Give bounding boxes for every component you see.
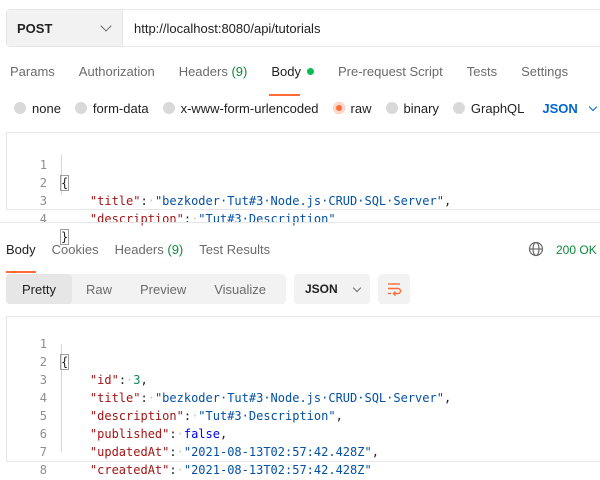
tab-label: Settings bbox=[521, 64, 569, 79]
code-line: 3 "title":·"bezkoder·Tut#3·Node.js·CRUD·… bbox=[7, 353, 600, 405]
code-line: 3 "description":·"Tut#3·Description" bbox=[7, 174, 600, 226]
code-line: 6 "updatedAt":·"2021-08-13T02:57:42.428Z… bbox=[7, 407, 600, 459]
radio-x-www-form-urlencoded[interactable]: x-www-form-urlencoded bbox=[162, 100, 319, 116]
tab-label: Headers bbox=[114, 242, 164, 257]
radio-label: form-data bbox=[92, 100, 149, 116]
view-visualize[interactable]: Visualize bbox=[200, 274, 280, 304]
view-pretty[interactable]: Pretty bbox=[6, 274, 72, 304]
tab-pre-request-script[interactable]: Pre-request Script bbox=[338, 64, 443, 84]
radio-label: raw bbox=[350, 100, 372, 116]
tab-label: Body bbox=[6, 242, 36, 257]
chevron-down-icon bbox=[100, 20, 112, 32]
body-modified-dot bbox=[306, 68, 314, 75]
code-line: 4 } bbox=[7, 192, 600, 245]
response-body-viewer[interactable]: 1 { 2 "id":·3, 3 "title":·"bezkoder·Tut#… bbox=[6, 316, 600, 477]
chevron-down-icon bbox=[588, 102, 598, 111]
code-line: 1 { bbox=[7, 317, 600, 370]
json-value: "Tut#3·Description" bbox=[198, 212, 336, 226]
radio-circle bbox=[162, 102, 175, 114]
radio-binary[interactable]: binary bbox=[385, 100, 439, 116]
view-raw[interactable]: Raw bbox=[72, 274, 126, 304]
radio-label: x-www-form-urlencoded bbox=[180, 100, 319, 116]
response-format-select[interactable]: JSON bbox=[294, 274, 370, 304]
code-line: 2 "title":·"bezkoder·Tut#3·Node.js·CRUD·… bbox=[7, 156, 600, 208]
chevron-down-icon bbox=[352, 283, 361, 292]
radio-raw[interactable]: raw bbox=[332, 100, 372, 116]
code-line: 4 "description":·"Tut#3·Description", bbox=[7, 371, 600, 423]
radio-label: binary bbox=[403, 100, 439, 116]
tab-authorization[interactable]: Authorization bbox=[79, 64, 155, 84]
method-label: POST bbox=[17, 20, 53, 36]
raw-format-select[interactable]: JSON bbox=[542, 100, 598, 116]
tab-params[interactable]: Params bbox=[10, 64, 55, 84]
tab-settings[interactable]: Settings bbox=[521, 64, 568, 84]
raw-format-label: JSON bbox=[542, 100, 578, 116]
radio-label: GraphQL bbox=[470, 100, 525, 116]
response-format-label: JSON bbox=[305, 282, 338, 296]
request-body-editor[interactable]: 1 { 2 "title":·"bezkoder·Tut#3·Node.js·C… bbox=[6, 132, 600, 245]
radio-circle bbox=[14, 102, 26, 114]
radio-circle bbox=[332, 102, 345, 114]
code-text: "createdAt":·"2021-08-13T02:57:42.428Z" bbox=[89, 463, 372, 477]
json-value: "2021-08-13T02:57:42.428Z" bbox=[183, 463, 372, 477]
wrap-lines-button[interactable] bbox=[378, 274, 410, 304]
code-text: "description":·"Tut#3·Description" bbox=[89, 212, 336, 226]
request-bar: POST http://localhost:8080/api/tutorials bbox=[6, 9, 600, 47]
json-key: "createdAt" bbox=[89, 463, 170, 477]
radio-none[interactable]: none bbox=[14, 101, 61, 116]
response-divider bbox=[0, 222, 600, 223]
tab-label: Body bbox=[271, 64, 301, 79]
tab-label: Cookies bbox=[51, 242, 99, 257]
radio-label: none bbox=[32, 100, 61, 116]
radio-circle bbox=[385, 102, 398, 114]
code-line: 7 "createdAt":·"2021-08-13T02:57:42.428Z… bbox=[7, 425, 600, 477]
tab-label: Authorization bbox=[78, 64, 155, 79]
line-number: 8 bbox=[39, 463, 47, 477]
tab-tests[interactable]: Tests bbox=[467, 64, 497, 84]
globe-icon[interactable] bbox=[528, 241, 544, 257]
code-line: 8 } bbox=[7, 443, 600, 477]
tab-headers[interactable]: Headers (9) bbox=[179, 64, 248, 84]
view-preview[interactable]: Preview bbox=[126, 274, 200, 304]
request-tabs: Params Authorization Headers (9) Body Pr… bbox=[10, 64, 592, 96]
url-text: http://localhost:8080/api/tutorials bbox=[134, 20, 321, 36]
response-tabs: Body Cookies Headers (9) Test Results bbox=[6, 242, 286, 273]
code-line: 2 "id":·3, bbox=[7, 335, 600, 387]
url-input[interactable]: http://localhost:8080/api/tutorials bbox=[123, 10, 600, 46]
radio-circle bbox=[74, 102, 87, 114]
tab-body[interactable]: Body bbox=[269, 64, 314, 96]
radio-form-data[interactable]: form-data bbox=[74, 100, 149, 116]
tab-label: Headers bbox=[178, 64, 228, 79]
tab-response-headers[interactable]: Headers (9) bbox=[115, 242, 184, 262]
body-type-options: none form-data x-www-form-urlencoded raw… bbox=[14, 100, 598, 116]
tab-cookies[interactable]: Cookies bbox=[52, 242, 99, 262]
code-line: 5 "published":·false, bbox=[7, 389, 600, 441]
radio-circle bbox=[452, 102, 465, 114]
json-key: "description" bbox=[89, 212, 184, 226]
tab-test-results[interactable]: Test Results bbox=[199, 242, 270, 262]
status-badge[interactable]: 200 OK bbox=[556, 243, 597, 257]
tab-label: Test Results bbox=[199, 242, 271, 257]
headers-count: (9) bbox=[231, 64, 248, 79]
tab-label: Tests bbox=[466, 64, 498, 79]
radio-graphql[interactable]: GraphQL bbox=[452, 100, 525, 116]
tab-label: Params bbox=[10, 64, 55, 79]
tab-label: Pre-request Script bbox=[337, 64, 443, 79]
code-line: 1 { bbox=[7, 138, 600, 191]
tab-response-body[interactable]: Body bbox=[6, 242, 36, 273]
headers-count: (9) bbox=[167, 242, 184, 257]
line-number: 4 bbox=[39, 212, 47, 226]
method-select[interactable]: POST bbox=[7, 10, 123, 46]
view-mode-bar: Pretty Raw Preview Visualize bbox=[6, 274, 286, 304]
wrap-lines-icon bbox=[388, 283, 402, 296]
